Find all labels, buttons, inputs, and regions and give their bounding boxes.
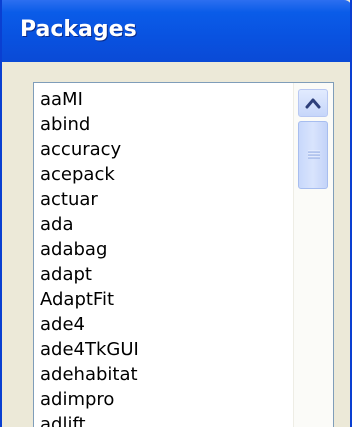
package-listbox[interactable]: aaMI abind accuracy acepack actuar ada adabag a… <box>33 82 334 427</box>
package-list-item[interactable]: acepack <box>34 162 282 187</box>
package-list-item[interactable]: adabag <box>34 237 282 262</box>
window-title: Packages <box>20 17 137 42</box>
scroll-thumb[interactable] <box>298 121 328 189</box>
package-list-item[interactable]: adehabitat <box>34 362 282 387</box>
package-list-item[interactable]: adimpro <box>34 387 282 412</box>
package-list: aaMI abind accuracy acepack actuar ada adabag a… <box>34 83 282 427</box>
scroll-up-button[interactable] <box>298 89 328 117</box>
grip-icon <box>308 150 320 159</box>
title-bar[interactable]: Packages <box>2 0 350 62</box>
package-list-item[interactable]: adlift <box>34 412 282 427</box>
packages-window: Packages aaMI abind accuracy acepack actuar a… <box>0 0 352 427</box>
package-list-item[interactable]: actuar <box>34 187 282 212</box>
chevron-up-icon <box>305 98 321 109</box>
package-list-item[interactable]: ade4TkGUI <box>34 337 282 362</box>
package-list-item[interactable]: AdaptFit <box>34 287 282 312</box>
vertical-scrollbar[interactable] <box>293 83 333 427</box>
package-list-item[interactable]: ade4 <box>34 312 282 337</box>
package-list-item[interactable]: ada <box>34 212 282 237</box>
package-list-item[interactable]: adapt <box>34 262 282 287</box>
package-list-item[interactable]: accuracy <box>34 137 282 162</box>
package-list-item[interactable]: abind <box>34 112 282 137</box>
package-list-item[interactable]: aaMI <box>34 87 282 112</box>
